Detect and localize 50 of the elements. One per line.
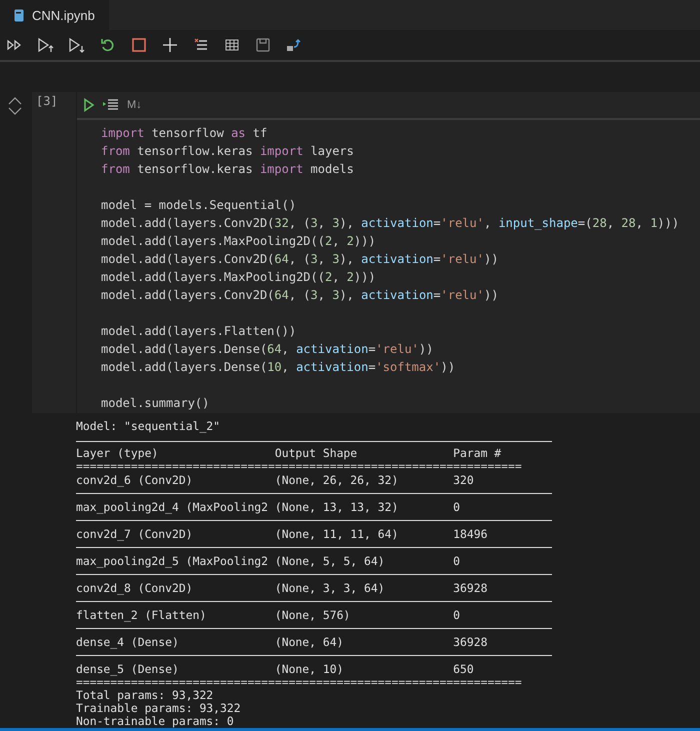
table-cell-text: max_pooling2d_4 (MaxPooling2: [76, 501, 270, 514]
table-cell-text: (None, 3, 3, 64): [274, 582, 386, 595]
table-cell-text: conv2d_8 (Conv2D): [76, 582, 194, 595]
chevron-down-icon[interactable]: [8, 107, 22, 116]
run-by-line-icon[interactable]: [103, 99, 119, 111]
chevron-up-icon[interactable]: [8, 96, 22, 105]
markdown-toggle[interactable]: M↓: [127, 99, 142, 111]
table-cell-text: (None, 13, 13, 32): [274, 501, 400, 514]
run-above-icon[interactable]: [37, 37, 55, 53]
column-header: Layer (type): [76, 447, 160, 460]
notebook-tab[interactable]: CNN.ipynb: [0, 0, 109, 30]
code-editor[interactable]: import tensorflow as tf from tensorflow.keras import layers from tensorflow.keras import models model = models.Sequential() model.add(layers.Conv2D(32, (3, 3), activation='relu', input_shape=(28, 28, 1))) model.add(layers.MaxPooling2D((2, 2))) model.add(layers.Conv2D(64, (3, 3), activation='relu')) model.add(layers.MaxPooling2D((2, 2))) model.add(layers.Conv2D(64, (3, 3), activation='relu')) model.add(layers.Flatten()) model.add(layers.Dense(64, activation='relu')) model.add(layers.Dense(10, activation='softmax')) model.summary(): [77, 120, 700, 413]
column-header: Param #: [453, 447, 502, 460]
column-header: Output Shape: [274, 447, 358, 460]
separator-text: =================================================================: [76, 460, 523, 473]
notebook-file-icon: [14, 8, 24, 22]
params-summary: Total params: 93,322: [76, 689, 214, 702]
table-cell-text: 650: [453, 663, 475, 676]
save-icon[interactable]: [254, 37, 272, 53]
params-summary: Non-trainable params: 0: [76, 715, 235, 728]
table-cell-text: (None, 5, 5, 64): [274, 555, 386, 568]
table-cell-text: (None, 576): [274, 609, 352, 622]
stop-icon[interactable]: [130, 37, 148, 53]
table-cell-text: (None, 11, 11, 64): [274, 528, 400, 541]
table-cell-text: flatten_2 (Flatten): [76, 609, 208, 622]
run-cell-icon[interactable]: [83, 98, 95, 112]
table-cell-text: 0: [453, 609, 462, 622]
table-cell-text: conv2d_7 (Conv2D): [76, 528, 194, 541]
run-below-icon[interactable]: [68, 37, 86, 53]
table-icon[interactable]: [223, 37, 241, 53]
table-cell-text: (None, 64): [274, 636, 344, 649]
table-cell-text: dense_4 (Dense): [76, 636, 180, 649]
export-icon[interactable]: [285, 37, 303, 53]
table-cell-text: (None, 26, 26, 32): [274, 474, 400, 487]
table-cell-text: max_pooling2d_5 (MaxPooling2: [76, 555, 270, 568]
table-cell-text: 18496: [453, 528, 488, 541]
separator-text: =================================================================: [76, 676, 523, 689]
table-cell-text: 0: [453, 501, 462, 514]
clear-output-icon[interactable]: [192, 37, 210, 53]
model-title: Model: "sequential_2": [76, 420, 222, 433]
params-summary: Trainable params: 93,322: [76, 702, 242, 715]
execution-count: [3]: [36, 94, 58, 108]
table-cell-text: dense_5 (Dense): [76, 663, 180, 676]
table-cell-text: 0: [453, 555, 462, 568]
add-icon[interactable]: [161, 37, 179, 53]
table-cell-text: (None, 10): [274, 663, 344, 676]
table-cell-text: 320: [453, 474, 475, 487]
table-cell-text: 36928: [453, 636, 488, 649]
table-cell-text: 36928: [453, 582, 488, 595]
table-cell-text: conv2d_6 (Conv2D): [76, 474, 194, 487]
